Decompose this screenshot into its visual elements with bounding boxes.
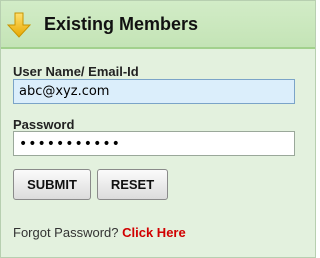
forgot-password-row: Forgot Password? Click Here	[13, 225, 186, 240]
forgot-password-text: Forgot Password?	[13, 225, 119, 240]
password-label: Password	[13, 117, 75, 132]
down-arrow-icon	[7, 12, 31, 38]
panel-title: Existing Members	[44, 14, 199, 34]
username-label: User Name/ Email-Id	[13, 64, 139, 79]
panel-header: Existing Members	[1, 1, 315, 49]
password-input[interactable]	[13, 131, 295, 156]
existing-members-panel: Existing Members User Name/ Email-Id Pas…	[0, 0, 316, 258]
username-input[interactable]	[13, 79, 295, 104]
click-here-link[interactable]: Click Here	[122, 225, 186, 240]
submit-button[interactable]: SUBMIT	[13, 169, 91, 200]
reset-button[interactable]: RESET	[97, 169, 168, 200]
